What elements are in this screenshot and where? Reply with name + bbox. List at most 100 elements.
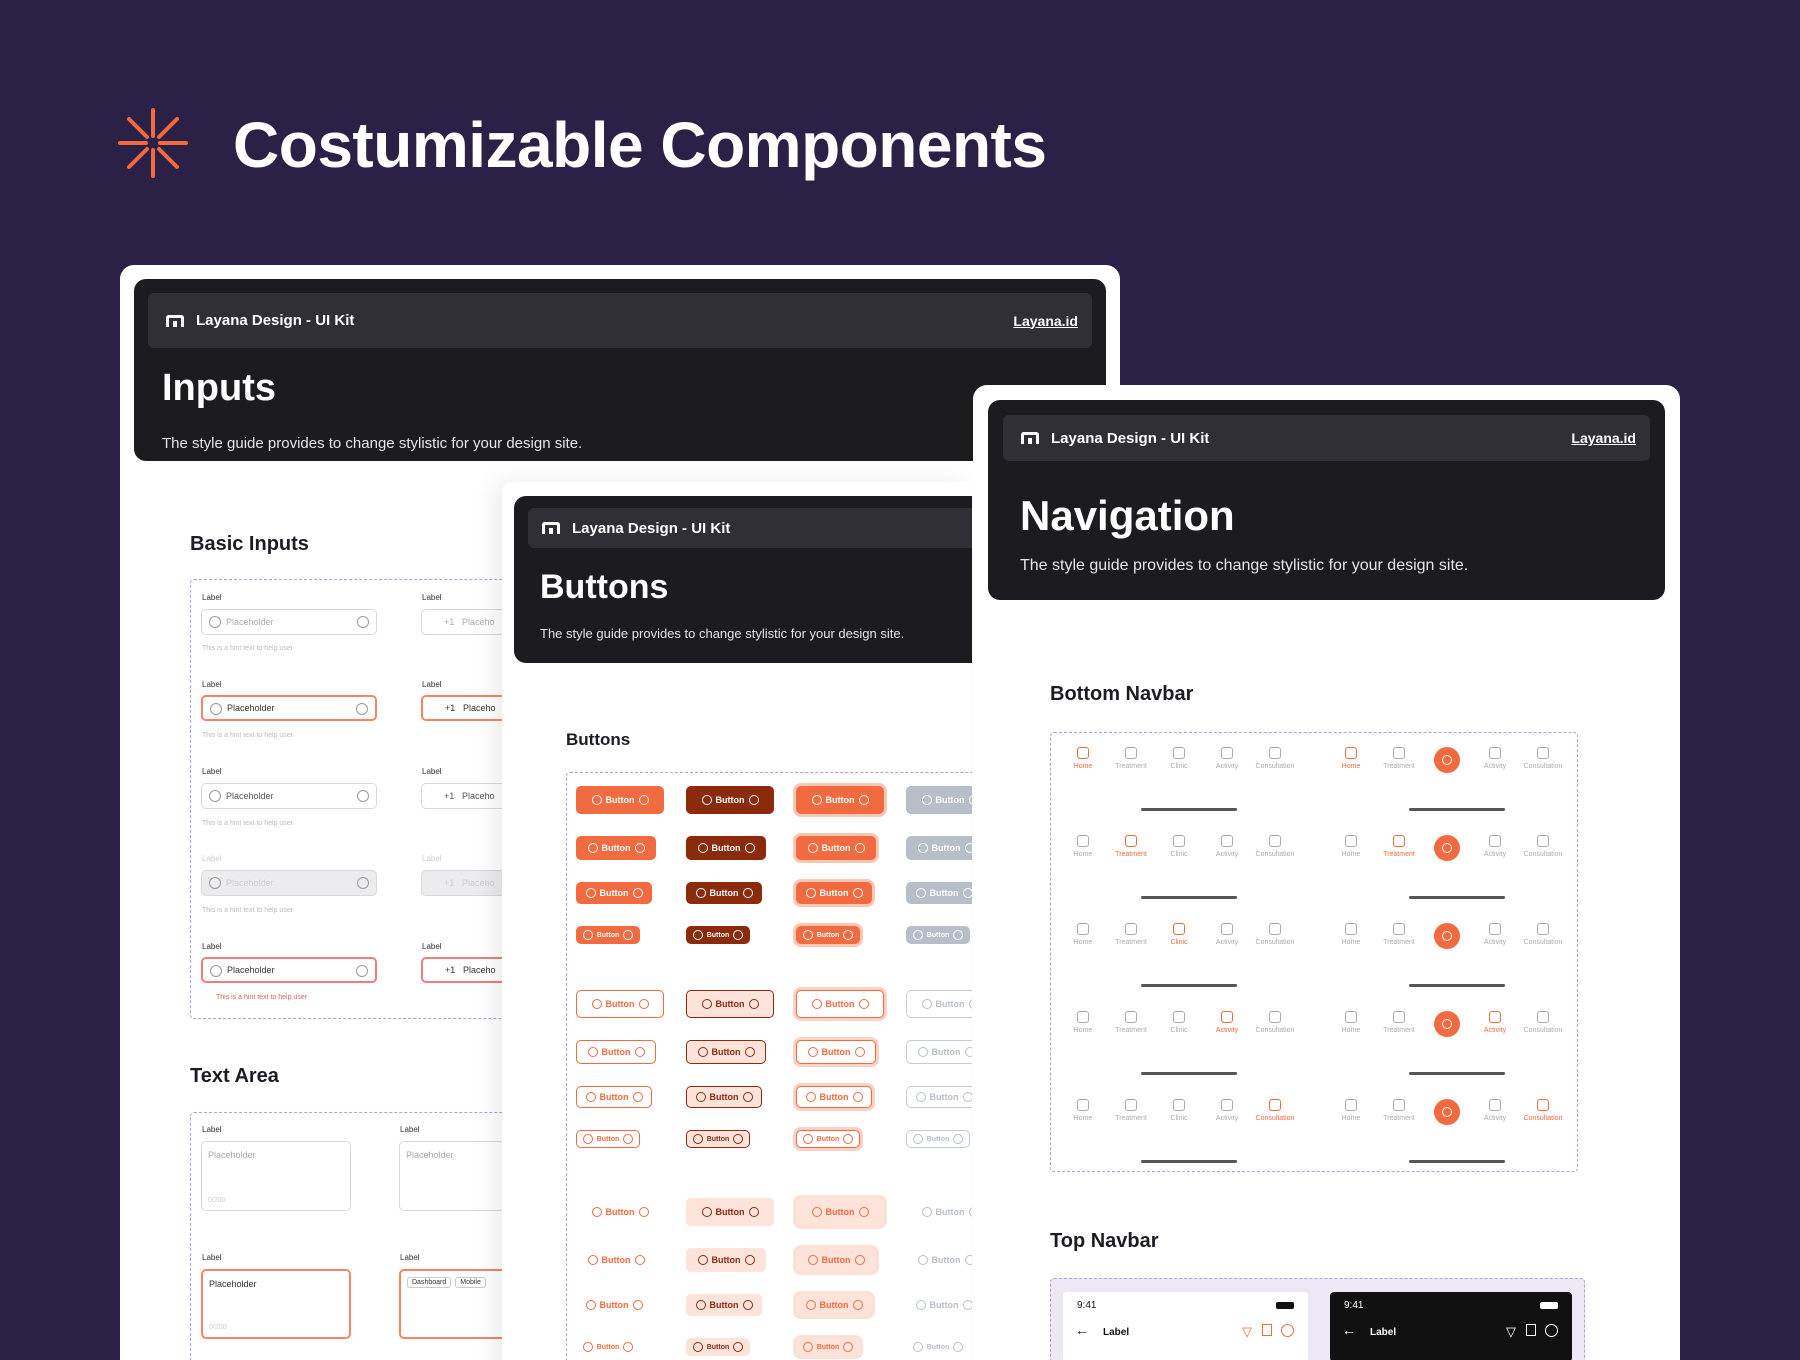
nav-item-activity[interactable]: Activity	[1473, 835, 1517, 858]
chip-dashboard[interactable]: Dashboard	[407, 1277, 452, 1288]
sample-button[interactable]: Button	[686, 1198, 774, 1226]
center-action-button[interactable]	[1434, 835, 1460, 861]
nav-item-home[interactable]: Home	[1329, 747, 1373, 770]
brand-link[interactable]: Layana.id	[1571, 430, 1636, 446]
nav-item-consultation[interactable]: Consultation	[1521, 835, 1565, 858]
text-input-focused[interactable]: Placeholder	[201, 695, 377, 721]
sample-button[interactable]: Button	[686, 836, 766, 860]
back-arrow-icon[interactable]: ←	[1075, 1322, 1089, 1338]
center-action-button[interactable]	[1434, 923, 1460, 949]
bookmark-icon[interactable]	[1262, 1324, 1272, 1336]
sample-button[interactable]: Button	[576, 1040, 656, 1064]
sample-button[interactable]: Button	[906, 1130, 970, 1148]
sample-button[interactable]: Button	[576, 1198, 664, 1226]
sample-button[interactable]: Button	[796, 786, 884, 814]
center-action-button[interactable]	[1434, 747, 1460, 773]
nav-item-clinic[interactable]: Clinic	[1157, 1099, 1201, 1122]
bookmark-icon[interactable]	[1526, 1324, 1536, 1336]
text-input-error[interactable]: Placeholder	[201, 957, 377, 983]
back-arrow-icon[interactable]: ←	[1342, 1322, 1356, 1338]
nav-item-activity[interactable]: Activity	[1473, 1099, 1517, 1122]
nav-item-treatment[interactable]: Treatment	[1377, 747, 1421, 770]
text-input[interactable]: Placeholder	[201, 609, 377, 635]
sample-button[interactable]: Button	[576, 1130, 640, 1148]
nav-item-clinic[interactable]: Clinic	[1157, 747, 1201, 770]
nav-item-treatment[interactable]: Treatment	[1377, 1011, 1421, 1034]
center-action-button[interactable]	[1434, 1099, 1460, 1125]
nav-item-home[interactable]: Home	[1061, 747, 1105, 770]
center-action-button[interactable]	[1434, 1011, 1460, 1037]
sample-button[interactable]: Button	[796, 1338, 860, 1356]
sample-button[interactable]: Button	[576, 882, 652, 904]
nav-item-activity[interactable]: Activity	[1205, 923, 1249, 946]
sample-button[interactable]: Button	[576, 990, 664, 1018]
nav-item-consultation[interactable]: Consultation	[1253, 1099, 1297, 1122]
text-input-filled[interactable]: Placeholder	[201, 783, 377, 809]
nav-item-treatment[interactable]: Treatment	[1377, 1099, 1421, 1122]
sample-button[interactable]: Button	[686, 1040, 766, 1064]
sample-button[interactable]: Button	[906, 990, 972, 1018]
nav-item-treatment[interactable]: Treatment	[1109, 1011, 1153, 1034]
nav-item-home[interactable]: Home	[1061, 835, 1105, 858]
sample-button[interactable]: Button	[796, 1198, 884, 1226]
nav-item-home[interactable]: Home	[1061, 923, 1105, 946]
sample-button[interactable]: Button	[906, 1040, 972, 1064]
nav-item-consultation[interactable]: Consultation	[1521, 923, 1565, 946]
sample-button[interactable]: Button	[576, 1248, 656, 1272]
nav-item-activity[interactable]: Activity	[1205, 1099, 1249, 1122]
nav-item-home[interactable]: Home	[1329, 835, 1373, 858]
filter-icon[interactable]: ▽	[1506, 1324, 1516, 1340]
sample-button[interactable]: Button	[796, 1248, 876, 1272]
nav-item-consultation[interactable]: Consultation	[1253, 923, 1297, 946]
sample-button[interactable]: Button	[576, 786, 664, 814]
nav-item-activity[interactable]: Activity	[1205, 835, 1249, 858]
nav-item-home[interactable]: Home	[1061, 1011, 1105, 1034]
nav-item-activity[interactable]: Activity	[1205, 747, 1249, 770]
sample-button[interactable]: Button	[906, 926, 970, 944]
sample-button[interactable]: Button	[906, 836, 972, 860]
sample-button[interactable]: Button	[576, 926, 640, 944]
sample-button[interactable]: Button	[686, 1086, 762, 1108]
sample-button[interactable]: Button	[686, 1248, 766, 1272]
sample-button[interactable]: Button	[906, 1294, 972, 1316]
sample-button[interactable]: Button	[906, 882, 972, 904]
nav-item-home[interactable]: Home	[1329, 1099, 1373, 1122]
nav-item-clinic[interactable]: Clinic	[1157, 923, 1201, 946]
nav-item-treatment[interactable]: Treatment	[1109, 1099, 1153, 1122]
sample-button[interactable]: Button	[686, 786, 774, 814]
sample-button[interactable]: Button	[686, 926, 750, 944]
nav-item-treatment[interactable]: Treatment	[1109, 835, 1153, 858]
nav-item-consultation[interactable]: Consultation	[1253, 835, 1297, 858]
sample-button[interactable]: Button	[796, 882, 872, 904]
text-area[interactable]: Placeholder 0/200	[201, 1141, 351, 1211]
nav-item-home[interactable]: Home	[1329, 923, 1373, 946]
nav-item-activity[interactable]: Activity	[1205, 1011, 1249, 1034]
nav-item-activity[interactable]: Activity	[1473, 923, 1517, 946]
nav-item-activity[interactable]: Activity	[1473, 1011, 1517, 1034]
sample-button[interactable]: Button	[906, 1338, 970, 1356]
sample-button[interactable]: Button	[686, 882, 762, 904]
sample-button[interactable]: Button	[906, 1248, 972, 1272]
sample-button[interactable]: Button	[576, 1338, 640, 1356]
sample-button[interactable]: Button	[796, 1294, 872, 1316]
sample-button[interactable]: Button	[796, 926, 860, 944]
nav-item-treatment[interactable]: Treatment	[1109, 747, 1153, 770]
text-area-focused[interactable]: Placeholder 0/200	[201, 1269, 351, 1339]
sample-button[interactable]: Button	[686, 990, 774, 1018]
nav-item-consultation[interactable]: Consultation	[1521, 747, 1565, 770]
more-icon[interactable]	[1545, 1324, 1558, 1337]
filter-icon[interactable]: ▽	[1242, 1324, 1252, 1340]
sample-button[interactable]: Button	[686, 1130, 750, 1148]
sample-button[interactable]: Button	[906, 1198, 972, 1226]
sample-button[interactable]: Button	[576, 1086, 652, 1108]
nav-item-clinic[interactable]: Clinic	[1157, 1011, 1201, 1034]
sample-button[interactable]: Button	[686, 1338, 750, 1356]
sample-button[interactable]: Button	[796, 990, 884, 1018]
nav-item-treatment[interactable]: Treatment	[1377, 923, 1421, 946]
sample-button[interactable]: Button	[796, 1086, 872, 1108]
brand-link[interactable]: Layana.id	[1013, 313, 1078, 329]
sample-button[interactable]: Button	[576, 836, 656, 860]
nav-item-home[interactable]: Home	[1329, 1011, 1373, 1034]
nav-item-treatment[interactable]: Treatment	[1109, 923, 1153, 946]
nav-item-home[interactable]: Home	[1061, 1099, 1105, 1122]
